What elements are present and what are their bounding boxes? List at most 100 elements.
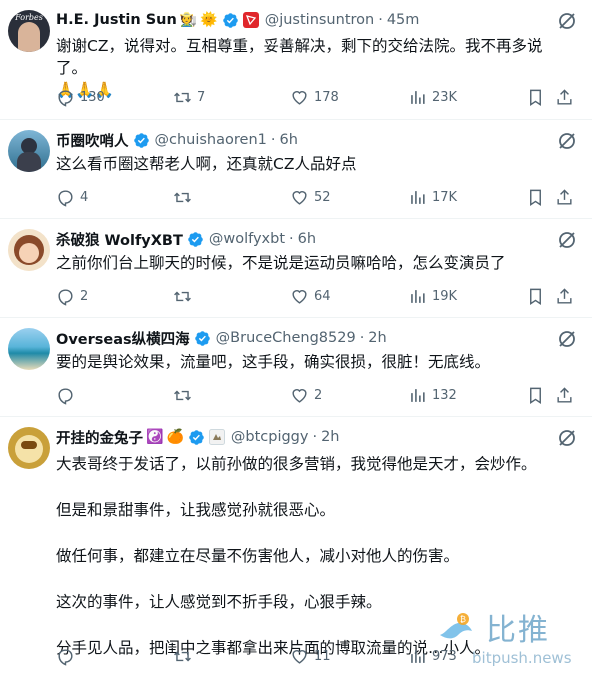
tweet-text: 这么看币圈这帮老人啊，还真就CZ人品好点 (56, 153, 556, 175)
display-name[interactable]: 杀破狼 WolfyXBT (56, 229, 183, 250)
avatar[interactable] (8, 328, 50, 370)
like-button[interactable]: 2 (290, 384, 322, 406)
bookmark-button[interactable] (526, 285, 545, 307)
retweet-icon (174, 192, 191, 202)
farmer-emoji: 🧑‍🌾 (179, 11, 198, 28)
handle[interactable]: @wolfyxbt (209, 231, 285, 247)
avatar[interactable] (8, 130, 50, 172)
watermark-url: bitpush.news (472, 649, 572, 667)
views-button[interactable]: 17K (408, 186, 457, 208)
view-count: 132 (432, 387, 457, 403)
like-count: 64 (314, 288, 331, 304)
views-chart-icon (411, 190, 425, 204)
tweet-text: 要的是舆论效果，流量吧，这手段，确实很损，很脏！无底线。 (56, 351, 556, 373)
views-chart-icon (411, 649, 425, 663)
bookmark-icon (530, 89, 541, 106)
handle[interactable]: @BruceCheng8529 (216, 330, 356, 346)
heart-icon (292, 90, 307, 105)
view-count: 23K (432, 89, 458, 105)
bitpush-bird-icon: ₿ (440, 613, 472, 639)
share-icon (557, 188, 572, 205)
bitpush-watermark: ₿ 比推 bitpush.news (436, 605, 586, 669)
tweet-3[interactable]: 杀破狼 WolfyXBT @wolfyxbt · 6h 之前你们台上聊天的时候，… (0, 219, 592, 318)
heart-icon (292, 289, 307, 304)
tron-logo-icon (243, 12, 260, 29)
retweet-icon (174, 92, 191, 102)
svg-text:₿: ₿ (460, 615, 466, 624)
avatar[interactable]: Forbes (8, 10, 50, 52)
tweet-4[interactable]: Overseas纵横四海 @BruceCheng8529 · 2h 要的是舆论效… (0, 318, 592, 417)
timestamp[interactable]: 2h (368, 330, 386, 346)
action-bar: 2 64 19K (56, 285, 576, 307)
separator-dot: · (359, 330, 365, 346)
like-button[interactable]: 178 (290, 86, 339, 108)
retweet-button[interactable]: 7 (173, 86, 205, 108)
grok-icon[interactable] (556, 328, 578, 350)
text-line: 要的是舆论效果，流量吧，这手段，确实很损，很脏！无底线。 (56, 353, 491, 371)
bookmark-button[interactable] (526, 86, 545, 108)
verified-badge-icon (133, 132, 150, 149)
handle[interactable]: @chuishaoren1 (155, 132, 267, 148)
tweet-1[interactable]: Forbes H.E. Justin Sun 🧑‍🌾 🌞 @justinsunt… (0, 0, 592, 120)
grok-icon[interactable] (556, 130, 578, 152)
heart-icon (292, 649, 307, 664)
retweet-button[interactable] (173, 384, 197, 406)
text-line (56, 476, 556, 499)
tweet-2[interactable]: 币圈吹哨人 @chuishaoren1 · 6h 这么看币圈这帮老人啊，还真就C… (0, 120, 592, 219)
views-button[interactable]: 23K (408, 86, 457, 108)
retweet-button[interactable] (173, 285, 197, 307)
text-line (56, 568, 556, 591)
retweet-count: 7 (197, 89, 206, 105)
reply-button[interactable]: 2 (56, 285, 88, 307)
separator-dot: · (270, 132, 276, 148)
retweet-icon (174, 291, 191, 301)
share-button[interactable] (555, 285, 574, 307)
share-icon (557, 287, 572, 304)
bookmark-button[interactable] (526, 384, 545, 406)
orange-emoji: 🍊 (166, 428, 184, 445)
views-button[interactable]: 132 (408, 384, 457, 406)
share-button[interactable] (555, 186, 574, 208)
share-button[interactable] (555, 384, 574, 406)
reply-button[interactable]: 4 (56, 186, 88, 208)
share-button[interactable] (555, 86, 574, 108)
display-name[interactable]: Overseas纵横四海 (56, 328, 190, 349)
tweet-5[interactable]: 开挂的金兔子 ☯️ 🍊 @btcpiggy · 2h 大表哥终于发话了，以前孙做… (0, 417, 592, 677)
retweet-button[interactable] (173, 645, 197, 667)
reply-button[interactable]: 130 (56, 86, 105, 108)
reply-icon (58, 648, 73, 666)
timestamp[interactable]: 6h (298, 231, 316, 247)
bookmark-button[interactable] (526, 186, 545, 208)
display-name[interactable]: 开挂的金兔子 (56, 427, 143, 448)
avatar-text: Forbes (15, 13, 43, 22)
handle[interactable]: @btcpiggy (231, 429, 309, 445)
grok-icon[interactable] (556, 10, 578, 32)
text-line: 但是和景甜事件，让我感觉孙就很恶心。 (56, 501, 336, 519)
grok-icon[interactable] (556, 427, 578, 449)
view-count: 17K (432, 189, 458, 205)
separator-dot: · (312, 429, 318, 445)
grok-icon[interactable] (556, 229, 578, 251)
reply-count: 2 (80, 288, 89, 304)
like-button[interactable]: 64 (290, 285, 331, 307)
like-button[interactable]: 11 (290, 645, 331, 667)
separator-dot: · (289, 231, 294, 247)
avatar[interactable] (8, 427, 50, 469)
timestamp[interactable]: 45m (387, 12, 420, 28)
like-button[interactable]: 52 (290, 186, 331, 208)
retweet-icon (174, 390, 191, 400)
retweet-button[interactable] (173, 186, 197, 208)
timestamp[interactable]: 2h (321, 429, 339, 445)
reply-button[interactable] (56, 645, 80, 667)
display-name[interactable]: H.E. Justin Sun (56, 12, 177, 28)
timestamp[interactable]: 6h (279, 132, 297, 148)
verified-badge-icon (222, 12, 239, 29)
action-bar: 2 132 (56, 384, 576, 406)
reply-icon (58, 288, 73, 306)
avatar[interactable] (8, 229, 50, 271)
separator-dot: · (378, 12, 383, 28)
display-name[interactable]: 币圈吹哨人 (56, 130, 129, 151)
handle[interactable]: @justinsuntron (265, 12, 375, 28)
views-button[interactable]: 19K (408, 285, 457, 307)
reply-button[interactable] (56, 384, 80, 406)
